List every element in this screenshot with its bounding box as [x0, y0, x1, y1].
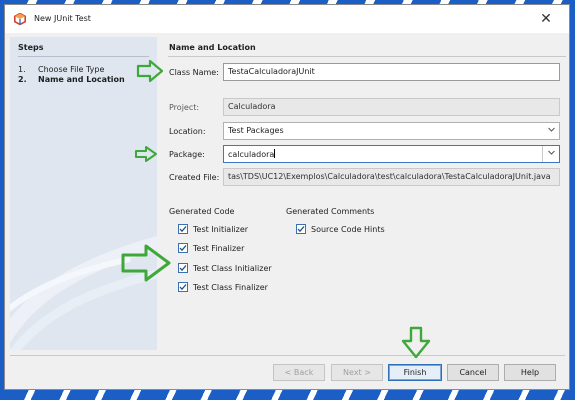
- checkbox-label: Test Finalizer: [193, 244, 245, 253]
- test-class-finalizer-checkbox[interactable]: Test Class Finalizer: [178, 282, 268, 292]
- test-class-initializer-checkbox[interactable]: Test Class Initializer: [178, 263, 272, 273]
- checkbox-check-icon[interactable]: [296, 224, 306, 234]
- class-name-input[interactable]: TestaCalculadoraJUnit: [223, 63, 560, 81]
- project-value: Calculadora: [228, 102, 276, 111]
- finish-button[interactable]: Finish: [388, 364, 442, 381]
- checkbox-label: Test Class Initializer: [193, 264, 272, 273]
- checkbox-label: Test Initializer: [193, 225, 249, 234]
- project-field: Calculadora: [223, 98, 560, 116]
- checkbox-label: Test Class Finalizer: [193, 283, 268, 292]
- class-name-label: Class Name:: [169, 68, 219, 77]
- back-button[interactable]: < Back: [273, 364, 325, 381]
- combo-divider: [542, 146, 543, 162]
- checkbox-check-icon[interactable]: [178, 282, 188, 292]
- section-title: Name and Location: [169, 43, 256, 52]
- class-name-value: TestaCalculadoraJUnit: [228, 67, 315, 76]
- location-value: Test Packages: [228, 126, 284, 135]
- green-arrow-icon: [401, 326, 431, 359]
- step-number: 1.: [18, 65, 26, 74]
- help-button[interactable]: Help: [504, 364, 556, 381]
- test-initializer-checkbox[interactable]: Test Initializer: [178, 224, 248, 234]
- step-number: 2.: [18, 75, 27, 84]
- new-junit-test-dialog: New JUnit Test ✕ Steps 1. Choose File Typ…: [4, 4, 570, 390]
- steps-panel: Steps 1. Choose File Type 2. Name and Loca…: [10, 37, 157, 350]
- text-caret: [274, 149, 276, 158]
- decorative-stripe-bottom: [0, 390, 575, 400]
- package-combobox[interactable]: calculadora: [223, 145, 560, 163]
- netbeans-cube-icon: [14, 13, 26, 25]
- chevron-down-icon[interactable]: [547, 148, 556, 159]
- next-button[interactable]: Next >: [331, 364, 383, 381]
- location-label: Location:: [169, 127, 206, 136]
- generated-code-title: Generated Code: [169, 207, 235, 216]
- title-bar[interactable]: New JUnit Test ✕: [5, 5, 569, 33]
- green-arrow-icon: [135, 146, 157, 162]
- package-value: calculadora: [228, 150, 275, 159]
- package-label: Package:: [169, 150, 205, 159]
- steps-title: Steps: [18, 43, 44, 52]
- green-arrow-icon: [136, 59, 164, 83]
- checkbox-check-icon[interactable]: [178, 243, 188, 253]
- cancel-button[interactable]: Cancel: [447, 364, 499, 381]
- close-icon: ✕: [540, 11, 552, 27]
- checkbox-check-icon[interactable]: [178, 224, 188, 234]
- section-divider: [168, 56, 566, 57]
- step-name-and-location: 2. Name and Location: [18, 75, 125, 84]
- decorative-stripe-right: [570, 0, 575, 400]
- button-bar-divider: [10, 355, 565, 356]
- chevron-down-icon: [547, 125, 556, 136]
- step-label: Choose File Type: [38, 65, 105, 74]
- source-code-hints-checkbox[interactable]: Source Code Hints: [296, 224, 385, 234]
- created-file-label: Created File:: [169, 173, 220, 182]
- created-file-field: tas\TDS\UC12\Exemplos\Calculadora\test\c…: [223, 168, 560, 186]
- project-label: Project:: [169, 103, 200, 112]
- steps-divider: [18, 56, 149, 57]
- green-arrow-icon: [121, 244, 171, 282]
- created-file-value: tas\TDS\UC12\Exemplos\Calculadora\test\c…: [228, 172, 551, 181]
- close-button[interactable]: ✕: [535, 9, 557, 29]
- checkbox-check-icon[interactable]: [178, 263, 188, 273]
- generated-comments-title: Generated Comments: [286, 207, 375, 216]
- step-label: Name and Location: [38, 75, 125, 84]
- window-title: New JUnit Test: [34, 14, 91, 23]
- checkbox-label: Source Code Hints: [311, 225, 385, 234]
- step-choose-file-type: 1. Choose File Type: [18, 65, 104, 74]
- test-finalizer-checkbox[interactable]: Test Finalizer: [178, 243, 244, 253]
- location-dropdown[interactable]: Test Packages: [223, 122, 560, 140]
